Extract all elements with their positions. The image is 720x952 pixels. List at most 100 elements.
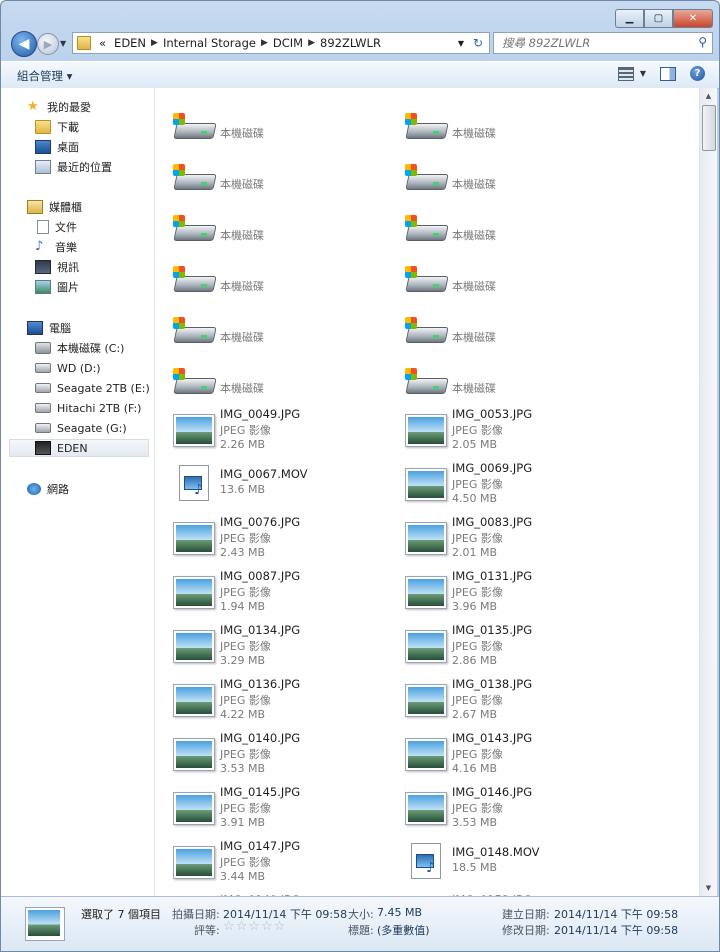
list-item[interactable]: 本機磁碟: [387, 311, 617, 363]
back-button[interactable]: ◀: [11, 31, 37, 57]
file-item[interactable]: IMG_0146.JPG JPEG 影像 3.53 MB: [387, 785, 617, 837]
nav-desktop[interactable]: 桌面: [35, 138, 79, 156]
file-item[interactable]: IMG_0143.JPG JPEG 影像 4.16 MB: [387, 731, 617, 783]
file-size: 3.29 MB: [220, 654, 266, 667]
list-item[interactable]: 本機磁碟: [155, 107, 385, 159]
view-options-button[interactable]: ▼: [617, 66, 646, 81]
file-item[interactable]: IMG_0136.JPG JPEG 影像 4.22 MB: [155, 677, 385, 729]
nav-libraries[interactable]: 媒體櫃: [27, 198, 82, 216]
drive-icon: [403, 209, 449, 253]
list-item[interactable]: 本機磁碟: [155, 260, 385, 312]
hard-drive-icon: [35, 403, 51, 413]
recent-pages-dropdown-icon[interactable]: ▼: [60, 39, 66, 48]
breadcrumb-overflow[interactable]: «: [95, 36, 110, 50]
created-label: 建立日期:: [502, 908, 550, 921]
file-item[interactable]: IMG_0135.JPG JPEG 影像 2.86 MB: [387, 623, 617, 675]
minimize-button[interactable]: ▁: [615, 9, 644, 28]
photo-thumbnail: [171, 785, 215, 829]
file-item[interactable]: IMG_0053.JPG JPEG 影像 2.05 MB: [387, 407, 617, 459]
file-type: JPEG 影像: [220, 424, 271, 437]
nav-device-eden[interactable]: EDEN: [9, 439, 149, 457]
file-item[interactable]: IMG_0131.JPG JPEG 影像 3.96 MB: [387, 569, 617, 621]
drive-icon: [403, 107, 449, 151]
list-item[interactable]: 本機磁碟: [387, 107, 617, 159]
list-item[interactable]: 本機磁碟: [387, 260, 617, 312]
file-item[interactable]: ♪ IMG_0148.MOV 18.5 MB: [387, 839, 617, 891]
breadcrumb-internal-storage[interactable]: Internal Storage: [159, 36, 260, 50]
close-button[interactable]: ✕: [673, 9, 713, 28]
search-icon[interactable]: ⚲: [698, 35, 707, 49]
file-type: JPEG 影像: [220, 586, 271, 599]
preview-pane-icon[interactable]: [660, 66, 676, 81]
file-size: 2.43 MB: [220, 546, 266, 559]
file-item[interactable]: IMG_0138.JPG JPEG 影像 2.67 MB: [387, 677, 617, 729]
modified-label: 修改日期:: [502, 924, 550, 937]
address-dropdown-icon[interactable]: ▼: [458, 39, 464, 48]
vertical-scrollbar[interactable]: ▲ ▼: [699, 88, 717, 896]
nav-drive-e[interactable]: Seagate 2TB (E:): [35, 379, 150, 397]
list-item[interactable]: 本機磁碟: [155, 158, 385, 210]
size-label: 大小:: [348, 908, 374, 921]
list-item[interactable]: 本機磁碟: [387, 158, 617, 210]
command-bar: 組合管理 ▾ ▼ ?: [1, 61, 719, 89]
maximize-button[interactable]: ▢: [644, 9, 673, 28]
file-name: IMG_0131.JPG: [452, 569, 533, 583]
nav-downloads[interactable]: 下載: [35, 118, 79, 136]
nav-videos[interactable]: 視訊: [35, 258, 79, 276]
file-item[interactable]: IMG_0076.JPG JPEG 影像 2.43 MB: [155, 515, 385, 567]
nav-pictures[interactable]: 圖片: [35, 278, 79, 296]
search-box[interactable]: ⚲: [493, 32, 713, 54]
file-type: JPEG 影像: [452, 802, 503, 815]
file-item[interactable]: IMG_0145.JPG JPEG 影像 3.91 MB: [155, 785, 385, 837]
drive-icon: [171, 311, 217, 355]
file-item[interactable]: IMG_0087.JPG JPEG 影像 1.94 MB: [155, 569, 385, 621]
nav-drive-c[interactable]: 本機磁碟 (C:): [35, 339, 124, 357]
nav-favorites[interactable]: ★ 我的最愛: [27, 98, 91, 116]
music-note-icon: ♪: [35, 239, 44, 254]
chevron-right-icon[interactable]: ▶: [307, 38, 316, 48]
help-icon[interactable]: ?: [690, 66, 705, 81]
breadcrumb-current-folder[interactable]: 892ZLWLR: [316, 36, 385, 50]
file-size: 3.53 MB: [220, 762, 266, 775]
rating-stars[interactable]: ☆☆☆☆☆: [223, 919, 286, 934]
file-item[interactable]: IMG_0083.JPG JPEG 影像 2.01 MB: [387, 515, 617, 567]
file-item[interactable]: ♪ IMG_0067.MOV 13.6 MB: [155, 461, 385, 513]
nav-network[interactable]: 網路: [27, 480, 69, 498]
forward-button[interactable]: ▶: [37, 33, 59, 55]
file-item[interactable]: IMG_0069.JPG JPEG 影像 4.50 MB: [387, 461, 617, 513]
chevron-right-icon[interactable]: ▶: [150, 38, 159, 48]
chevron-right-icon[interactable]: ▶: [260, 38, 269, 48]
breadcrumb-eden[interactable]: EDEN: [110, 36, 150, 50]
nav-recent-places[interactable]: 最近的位置: [35, 158, 112, 176]
nav-documents[interactable]: 文件: [37, 218, 77, 236]
breadcrumb-dcim[interactable]: DCIM: [269, 36, 307, 50]
nav-music[interactable]: ♪ 音樂: [35, 238, 77, 256]
title-value[interactable]: (多重數值): [377, 922, 430, 938]
file-name: IMG_0136.JPG: [220, 677, 301, 691]
nav-drive-d[interactable]: WD (D:): [35, 359, 101, 377]
nav-drive-f[interactable]: Hitachi 2TB (F:): [35, 399, 141, 417]
list-item[interactable]: 本機磁碟: [387, 209, 617, 261]
file-item[interactable]: IMG_0140.JPG JPEG 影像 3.53 MB: [155, 731, 385, 783]
file-name: IMG_0138.JPG: [452, 677, 533, 691]
drive-icon: [403, 362, 449, 406]
organize-menu[interactable]: 組合管理 ▾: [17, 68, 72, 84]
list-item[interactable]: 本機磁碟: [155, 209, 385, 261]
list-item[interactable]: 本機磁碟: [155, 311, 385, 363]
scroll-up-icon[interactable]: ▲: [700, 88, 717, 104]
desktop-icon: [35, 140, 51, 154]
file-item[interactable]: IMG_0147.JPG JPEG 影像 3.44 MB: [155, 839, 385, 891]
search-input[interactable]: [500, 35, 684, 51]
selection-count: 選取了 7 個項目: [81, 908, 161, 921]
nav-drive-g[interactable]: Seagate (G:): [35, 419, 127, 437]
movie-file-icon: ♪: [403, 839, 447, 883]
file-item[interactable]: IMG_0049.JPG JPEG 影像 2.26 MB: [155, 407, 385, 459]
scroll-down-icon[interactable]: ▼: [700, 880, 717, 896]
scrollbar-thumb[interactable]: [702, 105, 716, 151]
address-bar[interactable]: « EDEN ▶ Internal Storage ▶ DCIM ▶ 892ZL…: [72, 32, 469, 54]
file-type: JPEG 影像: [452, 478, 503, 491]
nav-computer[interactable]: 電腦: [27, 319, 71, 337]
drive-icon: [171, 158, 217, 202]
file-item[interactable]: IMG_0134.JPG JPEG 影像 3.29 MB: [155, 623, 385, 675]
refresh-button[interactable]: ↻: [467, 32, 490, 54]
